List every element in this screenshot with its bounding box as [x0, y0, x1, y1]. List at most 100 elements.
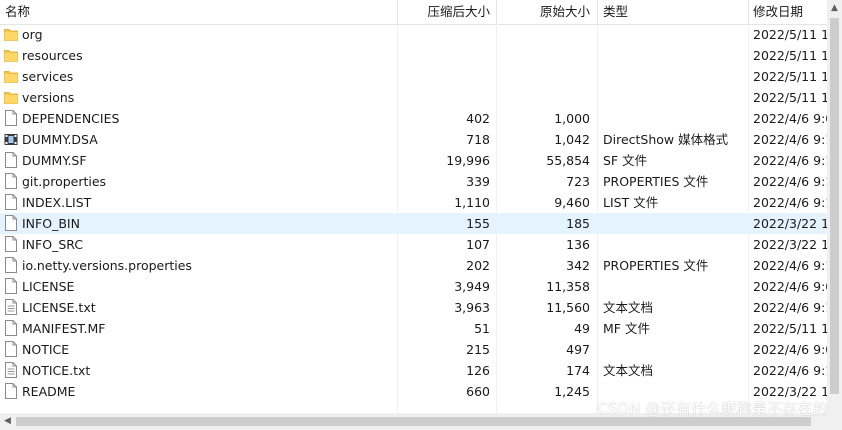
- file-row[interactable]: DUMMY.DSA 718 1,042 DirectShow 媒体格式 2022/4/6…: [0, 129, 827, 150]
- file-type: 文本文档: [603, 363, 654, 378]
- compressed-size: [398, 45, 490, 66]
- column-header-type[interactable]: 类型: [603, 0, 745, 24]
- modified-date: 2022/4/6 9:1: [753, 174, 827, 189]
- original-size: 723: [566, 174, 590, 189]
- column-header-original-size[interactable]: 原始大小: [496, 0, 590, 24]
- file-row[interactable]: DUMMY.SF 19,996 55,854 SF 文件 2022/4/6 9:1: [0, 150, 827, 171]
- file-name: INDEX.LIST: [22, 195, 92, 210]
- compressed-size: 215: [466, 342, 490, 357]
- file-row[interactable]: NOTICE 215 497 2022/4/6 9:0: [0, 339, 827, 360]
- compressed-size: 3,949: [454, 279, 490, 294]
- modified-date: 2022/3/22 1: [753, 216, 827, 231]
- file-type: PROPERTIES 文件: [603, 174, 709, 189]
- file-type: [603, 66, 745, 87]
- file-row[interactable]: INFO_BIN 155 185 2022/3/22 1: [0, 213, 827, 234]
- original-size: 49: [574, 321, 590, 336]
- file-type: [603, 24, 745, 45]
- vertical-scrollbar-thumb[interactable]: [830, 18, 839, 394]
- compressed-size: [398, 24, 490, 45]
- file-name: git.properties: [22, 174, 107, 189]
- text-file-icon: [5, 299, 17, 315]
- original-size: [496, 66, 590, 87]
- file-row[interactable]: versions 2022/5/11 1(: [0, 87, 827, 108]
- file-row[interactable]: INDEX.LIST 1,110 9,460 LIST 文件 2022/4/6 9:1: [0, 192, 827, 213]
- modified-date: 2022/4/6 9:0: [753, 111, 827, 126]
- file-type: [603, 45, 745, 66]
- file-row[interactable]: git.properties 339 723 PROPERTIES 文件 2022/4/…: [0, 171, 827, 192]
- file-icon: [5, 278, 17, 294]
- modified-date: 2022/3/22 1: [753, 237, 827, 252]
- file-type: SF 文件: [603, 153, 648, 168]
- watermark: CSDN @还有什么昵称是不存在的: [597, 400, 828, 418]
- column-header-compressed-size[interactable]: 压缩后大小: [398, 0, 490, 24]
- file-name: MANIFEST.MF: [22, 321, 106, 336]
- file-row[interactable]: INFO_SRC 107 136 2022/3/22 1: [0, 234, 827, 255]
- original-size: 11,560: [546, 300, 590, 315]
- file-icon: [5, 320, 17, 336]
- file-name: io.netty.versions.properties: [22, 258, 192, 273]
- file-icon: [5, 215, 17, 231]
- modified-date: 2022/5/11 1(: [753, 48, 827, 63]
- file-type: [603, 108, 745, 129]
- scroll-left-icon[interactable]: ◀: [0, 413, 15, 430]
- file-row[interactable]: NOTICE.txt 126 174 文本文档 2022/4/6 9:1: [0, 360, 827, 381]
- compressed-size: 202: [466, 258, 490, 273]
- file-icon: [5, 194, 17, 210]
- compressed-size: [398, 87, 490, 108]
- column-header-modified-date[interactable]: 修改日期: [753, 0, 827, 24]
- media-file-icon: [4, 134, 18, 145]
- file-name: org: [22, 27, 43, 42]
- scroll-up-icon[interactable]: ▲: [827, 0, 842, 16]
- modified-date: 2022/4/6 9:1: [753, 132, 827, 147]
- file-name: resources: [22, 48, 83, 63]
- file-type: MF 文件: [603, 321, 650, 336]
- file-row[interactable]: resources 2022/5/11 1(: [0, 45, 827, 66]
- modified-date: 2022/4/6 9:1: [753, 363, 827, 378]
- folder-icon: [4, 50, 18, 62]
- file-type: [603, 87, 745, 108]
- vertical-scrollbar[interactable]: ▲: [827, 0, 842, 413]
- original-size: [496, 24, 590, 45]
- original-size: [496, 45, 590, 66]
- file-type: [603, 276, 745, 297]
- original-size: 11,358: [546, 279, 590, 294]
- modified-date: 2022/4/6 9:1: [753, 153, 827, 168]
- file-name: LICENSE.txt: [22, 300, 96, 315]
- modified-date: 2022/4/6 9:0: [753, 342, 827, 357]
- compressed-size: 402: [466, 111, 490, 126]
- file-list: org 2022/5/11 1(resources 2022/5/11 1(serv…: [0, 24, 827, 402]
- compressed-size: 3,963: [454, 300, 490, 315]
- file-icon: [5, 110, 17, 126]
- compressed-size: 1,110: [454, 195, 490, 210]
- file-row[interactable]: LICENSE.txt 3,963 11,560 文本文档 2022/4/6 9:1: [0, 297, 827, 318]
- file-type: [603, 234, 745, 255]
- file-type: LIST 文件: [603, 195, 659, 210]
- file-name: DUMMY.DSA: [22, 132, 98, 147]
- text-file-icon: [5, 362, 17, 378]
- compressed-size: 660: [466, 384, 490, 399]
- file-name: NOTICE.txt: [22, 363, 91, 378]
- modified-date: 2022/5/11 1(: [753, 90, 827, 105]
- file-name: LICENSE: [22, 279, 75, 294]
- file-row[interactable]: LICENSE 3,949 11,358 2022/4/6 9:0: [0, 276, 827, 297]
- compressed-size: 19,996: [446, 153, 490, 168]
- original-size: 174: [566, 363, 590, 378]
- original-size: 1,245: [554, 384, 590, 399]
- modified-date: 2022/4/6 9:1: [753, 300, 827, 315]
- original-size: 342: [566, 258, 590, 273]
- original-size: 497: [566, 342, 590, 357]
- sort-ascending-icon: ˄: [193, 0, 198, 7]
- file-row[interactable]: services 2022/5/11 1(: [0, 66, 827, 87]
- original-size: 185: [566, 216, 590, 231]
- file-row[interactable]: org 2022/5/11 1(: [0, 24, 827, 45]
- file-row[interactable]: DEPENDENCIES 402 1,000 2022/4/6 9:0: [0, 108, 827, 129]
- modified-date: 2022/5/11 1(: [753, 69, 827, 84]
- file-name: README: [22, 384, 76, 399]
- compressed-size: 155: [466, 216, 490, 231]
- scrollbar-corner: [827, 413, 842, 430]
- column-header-name[interactable]: 名称: [0, 0, 398, 24]
- compressed-size: 718: [466, 132, 490, 147]
- file-row[interactable]: io.netty.versions.properties 202 342 PROPER…: [0, 255, 827, 276]
- file-row[interactable]: MANIFEST.MF 51 49 MF 文件 2022/5/11 1: [0, 318, 827, 339]
- file-type: DirectShow 媒体格式: [603, 132, 729, 147]
